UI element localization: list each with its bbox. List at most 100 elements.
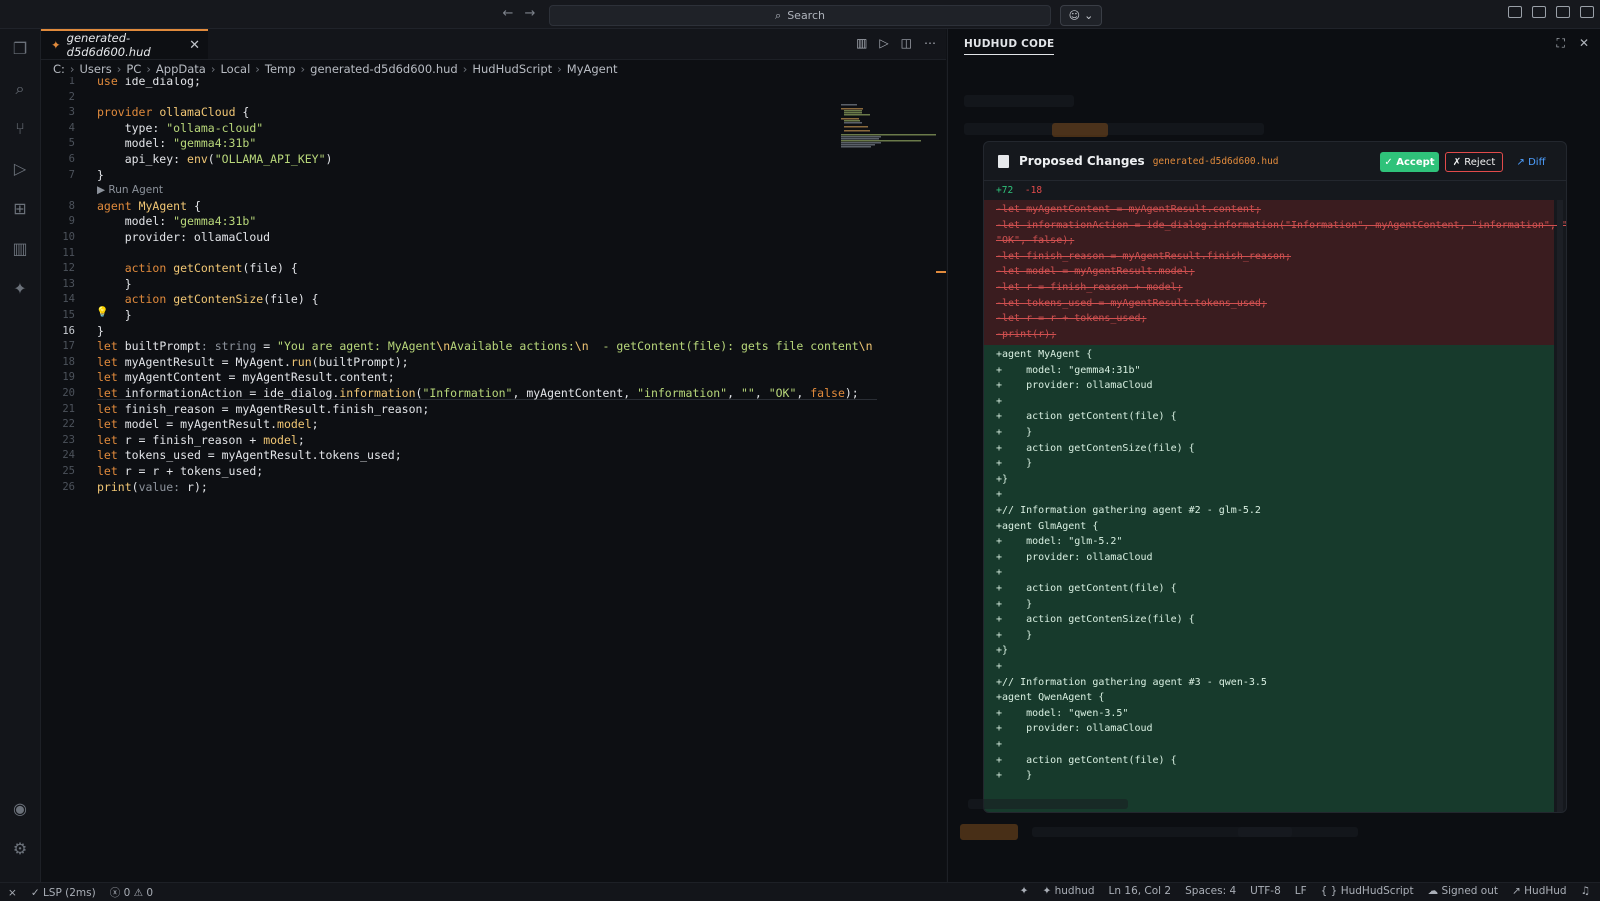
code-text: let model = myAgentResult.model; bbox=[97, 417, 319, 432]
toggle-secondary-sidebar-icon[interactable] bbox=[1580, 6, 1594, 18]
diff-added-line: + action getContent(file) { bbox=[996, 583, 1177, 594]
notifications-bell-icon[interactable]: ♫ bbox=[1581, 885, 1590, 897]
minimap[interactable] bbox=[841, 104, 936, 149]
code-text: api_key: env("OLLAMA_API_KEY") bbox=[97, 152, 333, 166]
hudhud-code-panel: HUDHUD CODE ⛶ ✕ Proposed Changes generat… bbox=[947, 29, 1600, 882]
line-number: 10 bbox=[62, 231, 75, 243]
account-icon[interactable]: ◉ bbox=[10, 799, 30, 819]
diff-removed-line: -print(r); bbox=[996, 328, 1057, 340]
project-status[interactable]: ✦ hudhud bbox=[1042, 885, 1094, 897]
copilot-icon: ☺ bbox=[1068, 9, 1081, 22]
toggle-primary-sidebar-icon[interactable] bbox=[1532, 6, 1546, 18]
cursor-position[interactable]: Ln 16, Col 2 bbox=[1109, 885, 1172, 897]
line-number: 4 bbox=[68, 121, 75, 134]
code-text: model: "gemma4:31b" bbox=[97, 214, 257, 229]
extension-status[interactable]: ↗ HudHud bbox=[1512, 885, 1567, 897]
run-debug-icon[interactable]: ▷ bbox=[10, 159, 30, 179]
chart-icon[interactable]: ▥ bbox=[856, 36, 867, 50]
breadcrumb-item[interactable]: Temp bbox=[265, 62, 296, 76]
extensions-icon[interactable]: ⊞ bbox=[10, 199, 30, 219]
close-icon[interactable]: ✕ bbox=[189, 38, 200, 53]
line-number: 13 bbox=[62, 277, 75, 290]
more-actions-icon[interactable]: ⋯ bbox=[924, 36, 936, 50]
activity-bar: ❐ ⌕ ⑂ ▷ ⊞ ▥ ✦ ◉ ⚙ bbox=[0, 29, 41, 882]
breadcrumb-item[interactable]: AppData bbox=[156, 62, 206, 76]
panel-title[interactable]: HUDHUD CODE bbox=[964, 38, 1055, 55]
copilot-menu-button[interactable]: ☺ ⌄ bbox=[1060, 5, 1102, 26]
account-status[interactable]: ☁ Signed out bbox=[1428, 885, 1498, 897]
problems-indicator[interactable]: ⓧ 0 ⚠ 0 bbox=[110, 885, 153, 900]
diff-button[interactable]: ↗ Diff bbox=[1510, 152, 1552, 172]
project-label: hudhud bbox=[1054, 885, 1095, 897]
toggle-panel-icon[interactable] bbox=[1556, 6, 1570, 18]
code-text: let myAgentResult = MyAgent.run(builtPro… bbox=[97, 354, 409, 369]
diff-added-line: + action getContent(file) { bbox=[996, 754, 1177, 766]
line-number: 21 bbox=[62, 402, 75, 415]
indentation[interactable]: Spaces: 4 bbox=[1185, 885, 1236, 897]
code-editor[interactable]: 1 use ide_dialog; 2 3 provider ollamaCloud {… bbox=[41, 77, 881, 857]
split-editor-icon[interactable]: ◫ bbox=[901, 36, 912, 50]
breadcrumb-item[interactable]: generated-d5d6d600.hud bbox=[310, 62, 458, 76]
editor-tab[interactable]: ✦ generated-d5d6d600.hud ✕ bbox=[41, 29, 208, 59]
close-icon[interactable]: ✕ bbox=[1579, 36, 1589, 51]
line-number: 20 bbox=[62, 387, 75, 399]
error-count: 0 bbox=[123, 887, 131, 899]
diff-added-line: + provider: ollamaCloud bbox=[996, 723, 1153, 735]
settings-gear-icon[interactable]: ⚙ bbox=[10, 839, 30, 859]
maximize-icon[interactable]: ⛶ bbox=[1557, 36, 1565, 51]
added-count: +72 bbox=[996, 185, 1014, 196]
hudhud-file-icon: ✦ bbox=[51, 38, 61, 52]
line-number: 5 bbox=[68, 137, 75, 150]
remote-icon[interactable]: ⨯ bbox=[8, 887, 17, 899]
breadcrumb-item[interactable]: Users bbox=[80, 62, 112, 76]
code-text: print(value: r); bbox=[97, 479, 208, 494]
lightbulb-icon[interactable]: 💡 bbox=[96, 307, 108, 318]
code-text: type: "ollama-cloud" bbox=[97, 120, 264, 135]
reject-button[interactable]: ✗ Reject bbox=[1445, 152, 1503, 172]
line-ending[interactable]: LF bbox=[1295, 885, 1307, 897]
breadcrumb-item[interactable]: C: bbox=[53, 62, 65, 76]
arrow-right-icon[interactable]: → bbox=[522, 6, 538, 22]
code-text: let finish_reason = myAgentResult.finish… bbox=[97, 401, 430, 416]
customize-layout-icon[interactable] bbox=[1508, 6, 1522, 18]
line-number: 14 bbox=[62, 293, 75, 306]
proposed-changes-card: Proposed Changes generated-d5d6d600.hud … bbox=[983, 141, 1567, 813]
diff-added-line: + provider: ollamaCloud bbox=[996, 380, 1153, 392]
breadcrumb-item[interactable]: Local bbox=[220, 62, 250, 76]
language-mode[interactable]: { } HudHudScript bbox=[1321, 885, 1414, 897]
lsp-status[interactable]: ✓ LSP (2ms) bbox=[31, 887, 96, 899]
diff-added-line: + action getContenSize(file) { bbox=[996, 442, 1195, 454]
explorer-icon[interactable]: ❐ bbox=[10, 39, 30, 59]
diff-removed-line: -let tokens_used = myAgentResult.tokens_… bbox=[996, 297, 1267, 309]
diff-added-line: + bbox=[996, 739, 1003, 750]
line-number: 25 bbox=[62, 465, 75, 477]
hudhud-icon[interactable]: ✦ bbox=[10, 279, 30, 299]
breadcrumb-item[interactable]: MyAgent bbox=[567, 62, 618, 76]
line-number: 26 bbox=[62, 480, 75, 493]
search-icon[interactable]: ⌕ bbox=[10, 79, 30, 99]
diff-added-line: + provider: ollamaCloud bbox=[996, 551, 1153, 563]
run-icon[interactable]: ▷ bbox=[879, 36, 888, 50]
code-text: let informationAction = ide_dialog.infor… bbox=[97, 386, 859, 400]
code-text: let r = r + tokens_used; bbox=[97, 464, 264, 478]
breadcrumb-item[interactable]: HudHudScript bbox=[472, 62, 552, 76]
diff-added-line: +agent QwenAgent { bbox=[996, 692, 1105, 704]
source-control-icon[interactable]: ⑂ bbox=[10, 119, 30, 139]
arrow-left-icon[interactable]: ← bbox=[500, 6, 516, 22]
chart-icon[interactable]: ▥ bbox=[10, 239, 30, 259]
run-agent-codelens[interactable]: ▶ Run Agent bbox=[97, 184, 163, 196]
code-text: action getContent(file) { bbox=[124, 261, 298, 276]
diff-added-line: + } bbox=[996, 458, 1033, 470]
command-search[interactable]: ⌕ Search bbox=[549, 5, 1051, 26]
removed-count: -18 bbox=[1024, 185, 1043, 196]
breadcrumb-item[interactable]: PC bbox=[126, 62, 141, 76]
scrollbar-marker bbox=[936, 271, 946, 273]
accept-button[interactable]: ✓ Accept bbox=[1380, 152, 1439, 172]
panel-header: HUDHUD CODE ⛶ ✕ bbox=[948, 29, 1600, 59]
diff-scrollbar[interactable] bbox=[1557, 200, 1563, 812]
proposed-changes-file: generated-d5d6d600.hud bbox=[1152, 155, 1279, 167]
status-bar: ⨯ ✓ LSP (2ms) ⓧ 0 ⚠ 0 ✦ ✦ hudhud Ln 16, … bbox=[0, 882, 1600, 901]
encoding[interactable]: UTF-8 bbox=[1250, 885, 1281, 897]
hudhud-icon[interactable]: ✦ bbox=[1020, 885, 1029, 897]
code-text: provider ollamaCloud { bbox=[97, 105, 250, 120]
